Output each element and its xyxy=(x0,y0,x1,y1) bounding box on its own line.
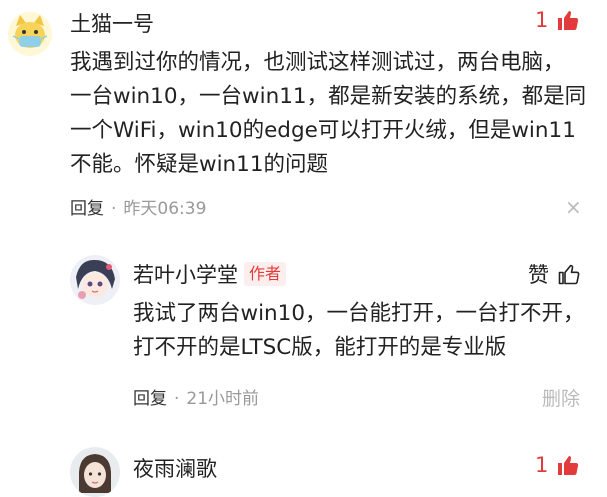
cat-avatar-icon xyxy=(8,12,52,56)
comment-meta: 回复 · 21小时前 xyxy=(133,384,259,409)
delete-button[interactable]: 删除 xyxy=(542,384,580,411)
girl-avatar-icon xyxy=(70,447,120,497)
anime-avatar-icon xyxy=(70,255,120,305)
like-button[interactable]: 1 xyxy=(535,8,580,32)
like-label: 赞 xyxy=(528,263,549,287)
thumbs-up-filled-icon xyxy=(558,11,579,30)
author-badge: 作者 xyxy=(244,262,287,286)
thumbs-up-outline-icon xyxy=(558,264,580,285)
comment-body: 我遇到过你的情况，也测试这样测试过，两台电脑， 一台win10，一台win11，… xyxy=(70,46,586,182)
reply-button[interactable]: 回复 xyxy=(70,199,104,219)
timestamp: 昨天06:39 xyxy=(123,199,207,219)
comment-line: 我试了两台win10，一台能打开，一台打不开， xyxy=(133,301,585,326)
thumbs-up-filled-icon xyxy=(558,456,579,475)
separator-dot: · xyxy=(174,389,180,409)
author-name[interactable]: 夜雨澜歌 xyxy=(133,453,217,483)
timestamp: 21小时前 xyxy=(186,389,260,409)
like-count: 1 xyxy=(535,8,549,32)
avatar[interactable] xyxy=(70,447,120,497)
comment-line: 一个WiFi，win10的edge可以打开火绒，但是win11 xyxy=(70,118,576,143)
like-button[interactable]: 赞 xyxy=(528,259,581,289)
comment-body: 我试了两台win10，一台能打开，一台打不开， 打不开的是LTSC版，能打开的是… xyxy=(133,297,585,365)
avatar[interactable] xyxy=(8,12,52,56)
avatar[interactable] xyxy=(70,255,120,305)
like-button[interactable]: 1 xyxy=(535,453,580,477)
comment-line: 我遇到过你的情况，也测试这样测试过，两台电脑， xyxy=(70,50,565,75)
reply-button[interactable]: 回复 xyxy=(133,389,167,409)
author-name[interactable]: 土猫一号 xyxy=(70,8,154,38)
like-count: 1 xyxy=(535,453,549,477)
comment-line: 打不开的是LTSC版，能打开的是专业版 xyxy=(133,335,507,360)
comment-line: 不能。怀疑是win11的问题 xyxy=(70,152,329,177)
separator-dot: · xyxy=(111,199,117,219)
comment-meta: 回复 · 昨天06:39 xyxy=(70,194,206,219)
close-icon[interactable]: × xyxy=(565,197,582,217)
author-name-text: 若叶小学堂 xyxy=(133,263,238,287)
author-name[interactable]: 若叶小学堂 作者 xyxy=(133,259,287,289)
comment-line: 一台win10，一台win11，都是新安装的系统，都是同 xyxy=(70,84,587,109)
